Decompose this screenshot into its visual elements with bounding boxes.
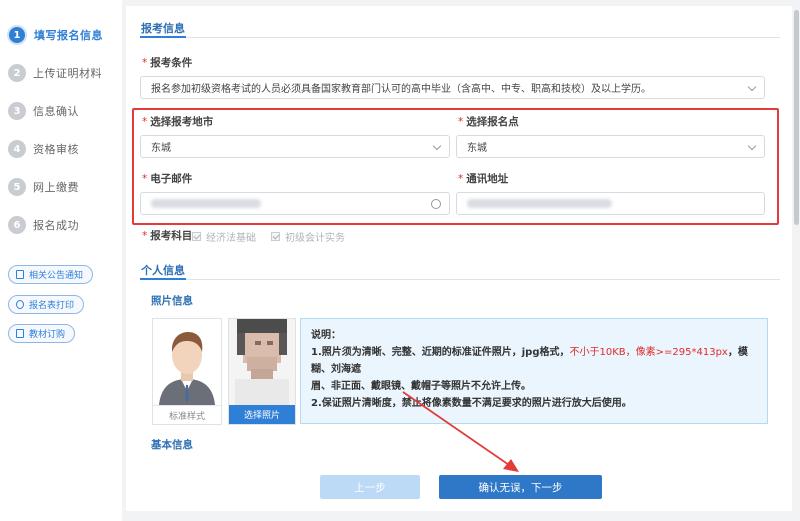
step-number: 1 [7, 25, 27, 45]
email-label: * 电子邮件 [142, 173, 193, 185]
step-upload-proof[interactable]: 2 上传证明材料 [8, 63, 102, 83]
instructions-title: 说明： [311, 330, 341, 341]
step-number: 6 [8, 216, 26, 234]
photo-info-title: 照片信息 [151, 295, 193, 307]
textbook-order-button[interactable]: 教材订购 [8, 324, 76, 343]
condition-label: * 报考条件 [142, 57, 193, 69]
scrollbar-thumb[interactable] [794, 10, 799, 225]
step-label: 上传证明材料 [33, 67, 102, 80]
print-form-button[interactable]: 报名表打印 [8, 295, 85, 314]
uploaded-photo-image [229, 319, 295, 405]
instructions-line-1: 1.照片须为清晰、完整、近期的标准证件照片，jpg格式，不小于10KB，像素>=… [311, 347, 748, 375]
confirm-next-button[interactable]: 确认无误，下一步 [439, 475, 602, 499]
site-select[interactable]: 东城 [456, 135, 765, 158]
select-photo-button[interactable]: 选择照片 [229, 405, 295, 424]
personal-info-title: 个人信息 [141, 264, 185, 277]
exam-info-title: 报考信息 [141, 22, 185, 35]
uploaded-photo: 选择照片 [228, 318, 296, 425]
instructions-line-2: 眉、非正面、戴眼镜、戴帽子等照片不允许上传。 [311, 381, 531, 392]
book-icon [16, 329, 24, 338]
clear-icon[interactable] [431, 199, 441, 209]
section-underline [140, 36, 186, 38]
chevron-down-icon [432, 141, 442, 151]
address-label: * 通讯地址 [458, 173, 509, 185]
email-field[interactable] [140, 192, 450, 215]
site-label: * 选择报名点 [458, 116, 519, 128]
condition-value: 报名参加初级资格考试的人员必须具备国家教育部门认可的高中毕业（含高中、中专、职高… [151, 84, 651, 95]
print-form-label: 报名表打印 [29, 301, 75, 311]
document-icon [16, 270, 24, 279]
step-label: 填写报名信息 [34, 29, 103, 42]
step-label: 资格审核 [33, 143, 79, 156]
step-number: 4 [8, 140, 26, 158]
step-confirm[interactable]: 3 信息确认 [8, 101, 79, 121]
textbook-order-label: 教材订购 [29, 330, 66, 340]
redacted-email [151, 199, 261, 208]
subject-checkbox-economic-law[interactable]: 经济法基础 [192, 229, 256, 244]
print-icon [16, 300, 24, 309]
previous-step-button[interactable]: 上一步 [320, 475, 420, 499]
condition-select[interactable]: 报名参加初级资格考试的人员必须具备国家教育部门认可的高中毕业（含高中、中专、职高… [140, 76, 765, 99]
sample-photo: 标准样式 [152, 318, 222, 425]
checkbox-icon [192, 232, 201, 241]
subject-checkbox-accounting[interactable]: 初级会计实务 [271, 229, 345, 244]
section-divider [140, 37, 780, 38]
photo-instructions: 说明： 1.照片须为清晰、完整、近期的标准证件照片，jpg格式，不小于10KB，… [300, 318, 768, 424]
site-value: 东城 [467, 143, 487, 154]
chevron-down-icon [747, 82, 757, 92]
step-review[interactable]: 4 资格审核 [8, 139, 79, 159]
instructions-line-3: 2.保证照片清晰度，禁止将像素数量不满足要求的照片进行放大后使用。 [311, 398, 632, 409]
checkbox-icon [271, 232, 280, 241]
step-fill-info[interactable]: 1 填写报名信息 [7, 25, 103, 45]
city-value: 东城 [151, 143, 171, 154]
steps-sidebar: 1 填写报名信息 2 上传证明材料 3 信息确认 4 资格审核 5 网上缴费 6… [0, 0, 122, 521]
subjects-label: * 报考科目 [142, 230, 193, 242]
scrollbar-track[interactable] [792, 0, 800, 521]
step-label: 网上缴费 [33, 181, 79, 194]
step-payment[interactable]: 5 网上缴费 [8, 177, 79, 197]
address-field[interactable] [456, 192, 765, 215]
step-number: 2 [8, 64, 26, 82]
redacted-address [467, 199, 612, 208]
step-label: 信息确认 [33, 105, 79, 118]
notice-label: 相关公告通知 [29, 271, 84, 281]
notice-button[interactable]: 相关公告通知 [8, 265, 94, 284]
chevron-down-icon [747, 141, 757, 151]
step-number: 5 [8, 178, 26, 196]
step-label: 报名成功 [33, 219, 79, 232]
city-select[interactable]: 东城 [140, 135, 450, 158]
city-label: * 选择报考地市 [142, 116, 214, 128]
sample-person-image [153, 319, 221, 405]
sample-caption: 标准样式 [153, 405, 221, 424]
section-divider [140, 279, 780, 280]
basic-info-title: 基本信息 [151, 439, 193, 451]
step-success[interactable]: 6 报名成功 [8, 215, 79, 235]
step-number: 3 [8, 102, 26, 120]
registration-form: 报考信息 * 报考条件 报名参加初级资格考试的人员必须具备国家教育部门认可的高中毕… [126, 6, 792, 511]
section-underline [140, 278, 186, 280]
